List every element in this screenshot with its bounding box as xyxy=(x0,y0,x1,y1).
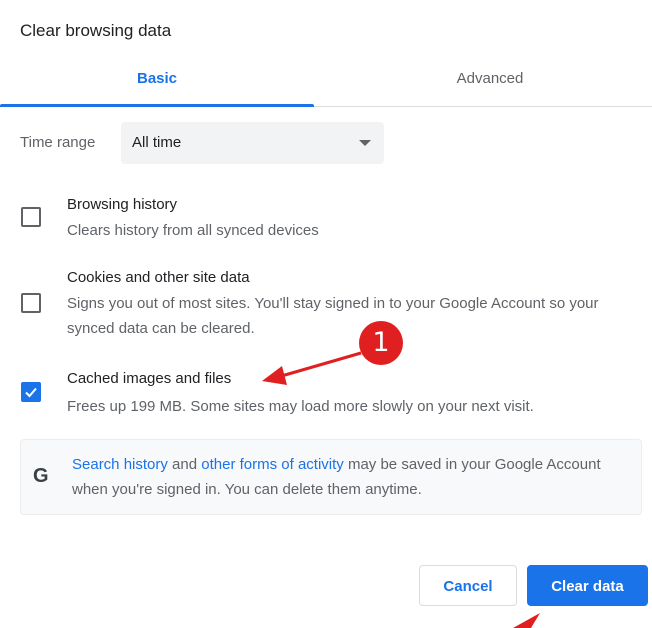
time-range-select[interactable]: All time xyxy=(121,122,384,164)
cached-images-checkbox[interactable] xyxy=(21,382,41,402)
time-range-value: All time xyxy=(132,134,182,151)
checkmark-icon xyxy=(25,387,37,398)
time-range-label: Time range xyxy=(20,134,96,151)
search-history-link[interactable]: Search history xyxy=(72,456,168,473)
google-account-info-box: G Search history and other forms of acti… xyxy=(20,439,642,515)
tab-basic[interactable]: Basic xyxy=(0,58,314,107)
tab-advanced[interactable]: Advanced xyxy=(338,58,642,104)
browsing-history-checkbox[interactable] xyxy=(21,207,41,227)
option-title: Browsing history xyxy=(67,196,178,213)
clear-data-button[interactable]: Clear data xyxy=(527,565,648,606)
option-title: Cookies and other site data xyxy=(67,269,250,286)
annotation-arrow-line xyxy=(277,351,362,379)
dialog-title: Clear browsing data xyxy=(20,21,172,40)
info-text-connector: and xyxy=(167,456,202,473)
option-description: Frees up 199 MB. Some sites may load mor… xyxy=(67,398,534,415)
tab-bar: Basic Advanced xyxy=(0,58,652,107)
option-description: Clears history from all synced devices xyxy=(67,222,319,239)
annotation-arrowhead-icon xyxy=(262,366,287,385)
annotation-arrowhead-bottom-icon xyxy=(513,613,540,628)
cookies-checkbox[interactable] xyxy=(21,293,41,313)
google-g-icon: G xyxy=(33,465,49,487)
other-activity-link[interactable]: other forms of activity xyxy=(201,456,344,473)
option-title: Cached images and files xyxy=(67,370,232,387)
annotation-number: 1 xyxy=(372,327,390,358)
info-text: Search history and other forms of activi… xyxy=(72,452,632,502)
cancel-button[interactable]: Cancel xyxy=(419,565,517,606)
dropdown-arrow-icon xyxy=(359,140,371,146)
option-description: Signs you out of most sites. You'll stay… xyxy=(67,295,599,337)
clear-browsing-data-dialog: Clear browsing data Basic Advanced Time … xyxy=(0,0,652,628)
